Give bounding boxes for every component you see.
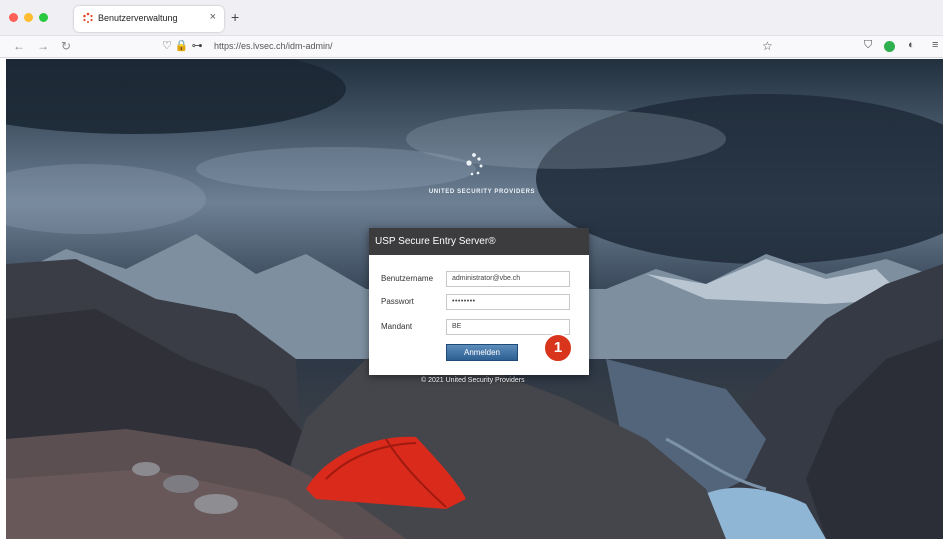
tab-title: Benutzerverwaltung — [98, 13, 178, 23]
back-button[interactable]: ← — [13, 39, 25, 53]
username-row: Benutzername administrator@vbe.ch — [381, 271, 581, 287]
maximize-window-button[interactable] — [39, 13, 48, 22]
pocket-icon[interactable]: ⛉ — [864, 39, 872, 52]
favicon-icon — [83, 12, 93, 23]
address-bar[interactable]: https://es.lvsec.ch/idm-admin/ — [214, 41, 333, 51]
copyright-text: © 2021 United Security Providers — [421, 377, 525, 384]
username-label: Benutzername — [381, 274, 434, 283]
usp-logo-icon — [466, 153, 483, 176]
close-window-button[interactable] — [9, 13, 18, 22]
tenant-label: Mandant — [381, 322, 413, 331]
navigation-bar: ← → ↻ ♡ 🔒 ⊶ https://es.lvsec.ch/idm-admi… — [0, 36, 943, 58]
login-button[interactable]: Anmelden — [446, 344, 518, 361]
password-input[interactable]: •••••••• — [446, 294, 570, 310]
callout-badge: 1 — [543, 333, 573, 363]
tenant-row: Mandant BE — [381, 319, 581, 335]
login-card-title: USP Secure Entry Server® — [369, 228, 589, 255]
forward-button[interactable]: → — [37, 39, 49, 53]
extension-mask-icon[interactable]: ◐ — [908, 39, 915, 51]
browser-tab[interactable]: Benutzerverwaltung × — [74, 6, 224, 32]
tenant-input[interactable]: BE — [446, 319, 570, 335]
reload-button[interactable]: ↻ — [61, 39, 71, 53]
new-tab-button[interactable]: + — [231, 9, 239, 25]
username-input[interactable]: administrator@vbe.ch — [446, 271, 570, 287]
minimize-window-button[interactable] — [24, 13, 33, 22]
tab-close-icon[interactable]: × — [210, 11, 216, 23]
tab-bar: Benutzerverwaltung × + — [0, 0, 943, 36]
address-security-icons[interactable]: ♡ 🔒 ⊶ — [162, 39, 203, 52]
password-row: Passwort •••••••• — [381, 294, 581, 310]
menu-icon[interactable]: ≡ — [932, 39, 938, 51]
logo-text: UNITED SECURITY PROVIDERS — [428, 189, 536, 195]
password-label: Passwort — [381, 297, 414, 306]
extension-icon[interactable] — [884, 41, 895, 52]
bookmark-star-icon[interactable]: ☆ — [762, 39, 773, 53]
